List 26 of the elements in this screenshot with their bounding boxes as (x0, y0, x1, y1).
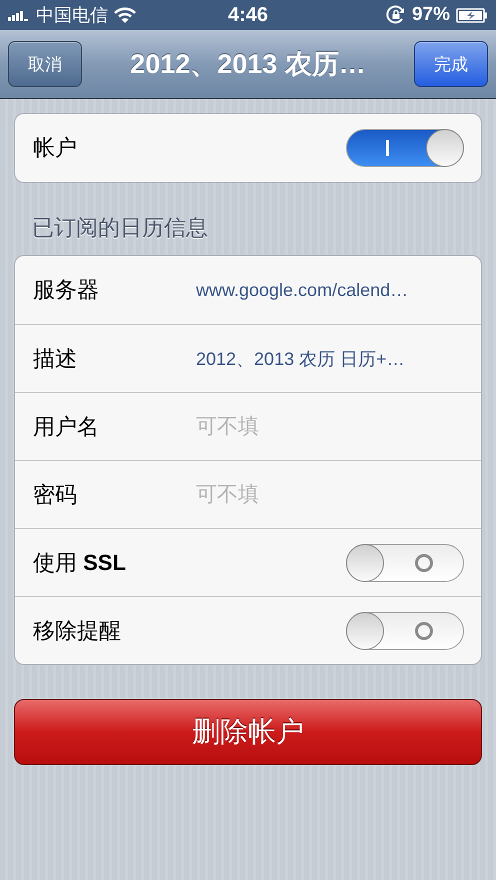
row-label: 使用 SSL (33, 548, 126, 576)
input-field[interactable]: 可不填 (196, 410, 464, 444)
input-field[interactable]: www.google.com/calend… (196, 273, 464, 307)
row-label: 服务器 (33, 276, 99, 304)
battery-percent: 97% (412, 4, 450, 26)
status-time: 4:46 (228, 4, 268, 26)
nav-title: 2012、2013 农历… (130, 48, 366, 81)
row-label: 密码 (33, 480, 77, 508)
carrier-name: 中国电信 (36, 4, 108, 27)
delete-account-button[interactable]: 删除帐户 (14, 699, 482, 765)
cancel-button[interactable]: 取消 (8, 41, 82, 87)
toggle-switch[interactable] (346, 129, 464, 167)
toggle-switch[interactable] (346, 612, 464, 650)
input-field[interactable]: 可不填 (196, 478, 464, 512)
done-button[interactable]: 完成 (414, 41, 488, 87)
battery-icon (456, 8, 488, 22)
rotation-lock-icon (386, 5, 406, 25)
wifi-icon (114, 7, 136, 23)
row-label: 用户名 (33, 412, 99, 440)
section-header: 已订阅的日历信息 (32, 214, 209, 242)
input-field[interactable]: 2012、2013 农历 日历+… (196, 342, 464, 376)
signal-icon (8, 10, 30, 20)
toggle-switch[interactable] (346, 544, 464, 582)
row-label: 描述 (33, 344, 77, 372)
row-label: 移除提醒 (33, 616, 121, 644)
row-label: 帐户 (33, 134, 77, 162)
